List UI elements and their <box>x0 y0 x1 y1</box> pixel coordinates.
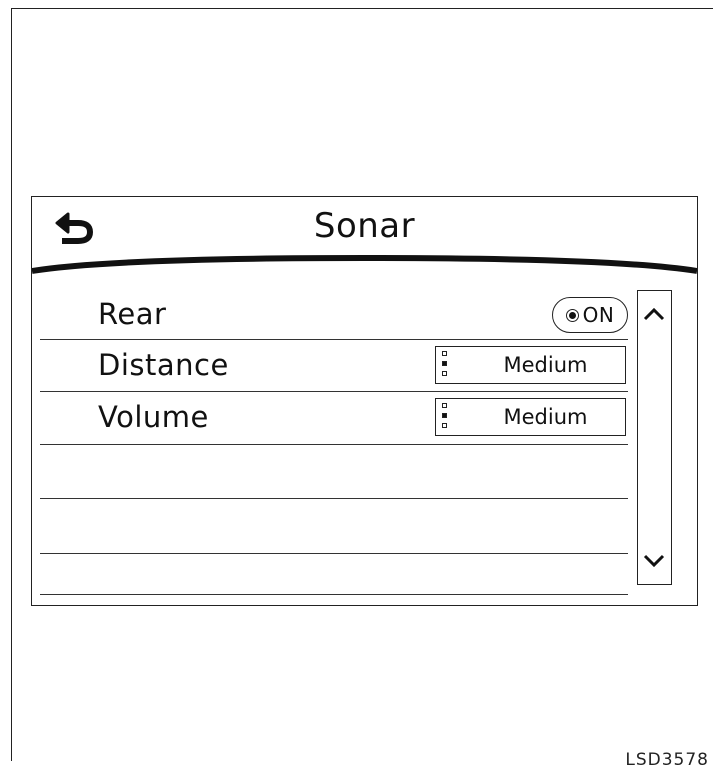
setting-label: Volume <box>98 400 209 434</box>
scroll-up-button[interactable] <box>638 297 671 331</box>
list-item-distance[interactable]: Distance Medium <box>40 340 628 392</box>
page-title: Sonar <box>313 206 416 246</box>
radio-on-icon <box>565 308 579 322</box>
selector-value: Medium <box>503 353 588 377</box>
list-item-empty <box>40 554 628 595</box>
volume-selector[interactable]: Medium <box>435 398 626 436</box>
chevron-up-icon <box>643 307 665 321</box>
scrollbar[interactable] <box>637 290 672 585</box>
level-indicator-icon <box>442 403 450 431</box>
chevron-down-icon <box>643 554 665 568</box>
level-indicator-icon <box>442 351 450 379</box>
list-item-empty <box>40 499 628 554</box>
figure-code: LSD3578 <box>625 750 709 770</box>
list-item-empty <box>40 445 628 499</box>
list-item-volume[interactable]: Volume Medium <box>40 392 628 445</box>
toggle-state-text: ON <box>582 303 615 327</box>
rear-toggle[interactable]: ON <box>552 297 628 333</box>
sonar-settings-screen: Sonar Rear ON Distance Medium Volume Med… <box>31 196 698 606</box>
settings-list: Rear ON Distance Medium Volume Medium <box>40 289 628 595</box>
setting-label: Rear <box>98 297 167 331</box>
header-divider <box>32 255 697 274</box>
list-item-rear[interactable]: Rear ON <box>40 289 628 340</box>
scroll-down-button[interactable] <box>638 544 671 578</box>
selector-value: Medium <box>503 405 588 429</box>
distance-selector[interactable]: Medium <box>435 346 626 384</box>
setting-label: Distance <box>98 348 229 382</box>
